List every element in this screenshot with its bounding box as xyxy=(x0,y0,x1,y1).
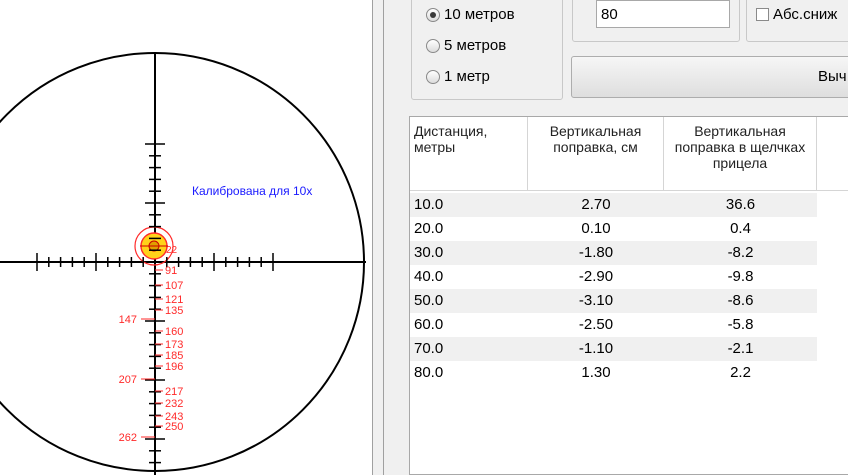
cell-distance: 60.0 xyxy=(414,316,444,333)
distance-mark-label: 217 xyxy=(165,386,183,398)
clicks-input[interactable] xyxy=(596,0,730,28)
distance-mark-label: 107 xyxy=(165,280,183,292)
cell-correction-cm: 2.70 xyxy=(528,193,664,217)
reticle-scope: 22 9110712113516017318519621723224325014… xyxy=(0,52,366,475)
ballistics-table: Дистанция, метры Вертикальная поправка, … xyxy=(409,116,848,475)
cell-correction-clicks: 0.4 xyxy=(730,220,751,237)
distance-mark-label: 207 xyxy=(119,374,137,386)
radio-5m[interactable]: 5 метров xyxy=(426,37,506,54)
radio-5m-label: 5 метров xyxy=(444,37,507,54)
cell-correction-clicks: 2.2 xyxy=(730,364,751,381)
cell-distance: 80.0 xyxy=(414,364,444,381)
calculate-button[interactable]: Выч xyxy=(571,56,848,98)
table-row[interactable]: 20.0 0.10 0.4 xyxy=(410,217,848,241)
cell-correction-clicks: -8.2 xyxy=(664,241,817,265)
abs-checkbox[interactable] xyxy=(756,8,769,21)
cell-correction-clicks: -2.1 xyxy=(664,337,817,361)
cell-correction-cm: -3.10 xyxy=(528,289,664,313)
cell-distance: 40.0 xyxy=(414,268,444,285)
radio-button-5m[interactable] xyxy=(426,38,440,53)
cell-distance: 70.0 xyxy=(410,337,528,361)
radio-button-1m[interactable] xyxy=(426,69,440,84)
splitter[interactable] xyxy=(372,0,384,475)
table-row[interactable]: 10.0 2.70 36.6 xyxy=(410,193,848,217)
table-row[interactable]: 60.0 -2.50 -5.8 xyxy=(410,313,848,337)
column-header-distance[interactable]: Дистанция, метры xyxy=(410,117,528,191)
table-row[interactable]: 70.0 -1.10 -2.1 xyxy=(410,337,848,361)
distance-mark-label: 147 xyxy=(119,314,137,326)
column-header-correction-cm[interactable]: Вертикальная поправка, см xyxy=(528,117,664,191)
radio-button-10m[interactable] xyxy=(426,7,440,22)
cell-correction-clicks: -5.8 xyxy=(727,316,754,333)
table-header: Дистанция, метры Вертикальная поправка, … xyxy=(410,117,848,191)
cell-correction-cm: -1.80 xyxy=(528,241,664,265)
abs-checkbox-label: Абс.сниж xyxy=(773,6,838,23)
table-row[interactable]: 50.0 -3.10 -8.6 xyxy=(410,289,848,313)
radio-10m[interactable]: 10 метров xyxy=(426,6,515,23)
distance-mark-label: 160 xyxy=(165,326,183,338)
table-row[interactable]: 30.0 -1.80 -8.2 xyxy=(410,241,848,265)
table-row[interactable]: 80.0 1.30 2.2 xyxy=(410,361,848,385)
cell-distance: 50.0 xyxy=(410,289,528,313)
cell-correction-cm: -1.10 xyxy=(528,337,664,361)
column-header-correction-clicks[interactable]: Вертикальная поправка в щелчках прицела xyxy=(664,117,817,191)
cell-correction-cm: 0.10 xyxy=(581,220,611,237)
cell-correction-clicks: -8.6 xyxy=(664,289,817,313)
cell-correction-cm: -2.90 xyxy=(578,268,614,285)
cell-correction-clicks: 36.6 xyxy=(664,193,817,217)
distance-mark-label: 196 xyxy=(165,361,183,373)
cell-correction-cm: -2.50 xyxy=(578,316,614,333)
distance-mark-label: 135 xyxy=(165,305,183,317)
distance-mark-label: 91 xyxy=(165,265,177,277)
abs-checkbox-row[interactable]: Абс.сниж xyxy=(756,6,837,23)
reticle-view: 22 91 107 121 135 160 173 185 196 217 232 243 250 14… xyxy=(0,0,372,475)
distance-mark-label: 250 xyxy=(165,421,183,433)
distance-mark-label: 232 xyxy=(165,398,183,410)
aim-point-label: 22 xyxy=(166,245,178,256)
radio-1m[interactable]: 1 метр xyxy=(426,68,490,85)
cell-distance: 30.0 xyxy=(410,241,528,265)
column-header-empty xyxy=(817,117,848,191)
cell-correction-cm: 1.30 xyxy=(581,364,611,381)
table-body: 10.0 2.70 36.6 20.0 0.10 0.4 30.0 -1.80 -8.2 40.0… xyxy=(410,193,848,385)
cell-distance: 10.0 xyxy=(410,193,528,217)
calibration-label: Калибрована для 10x xyxy=(192,184,312,198)
reticle-distance-marks: 9110712113516017318519621723224325014720… xyxy=(119,265,184,444)
distance-mark-label: 262 xyxy=(119,432,137,444)
cell-correction-clicks: -9.8 xyxy=(727,268,754,285)
radio-1m-label: 1 метр xyxy=(444,68,490,85)
cell-distance: 20.0 xyxy=(414,220,444,237)
radio-10m-label: 10 метров xyxy=(444,6,515,23)
table-row[interactable]: 40.0 -2.90 -9.8 xyxy=(410,265,848,289)
